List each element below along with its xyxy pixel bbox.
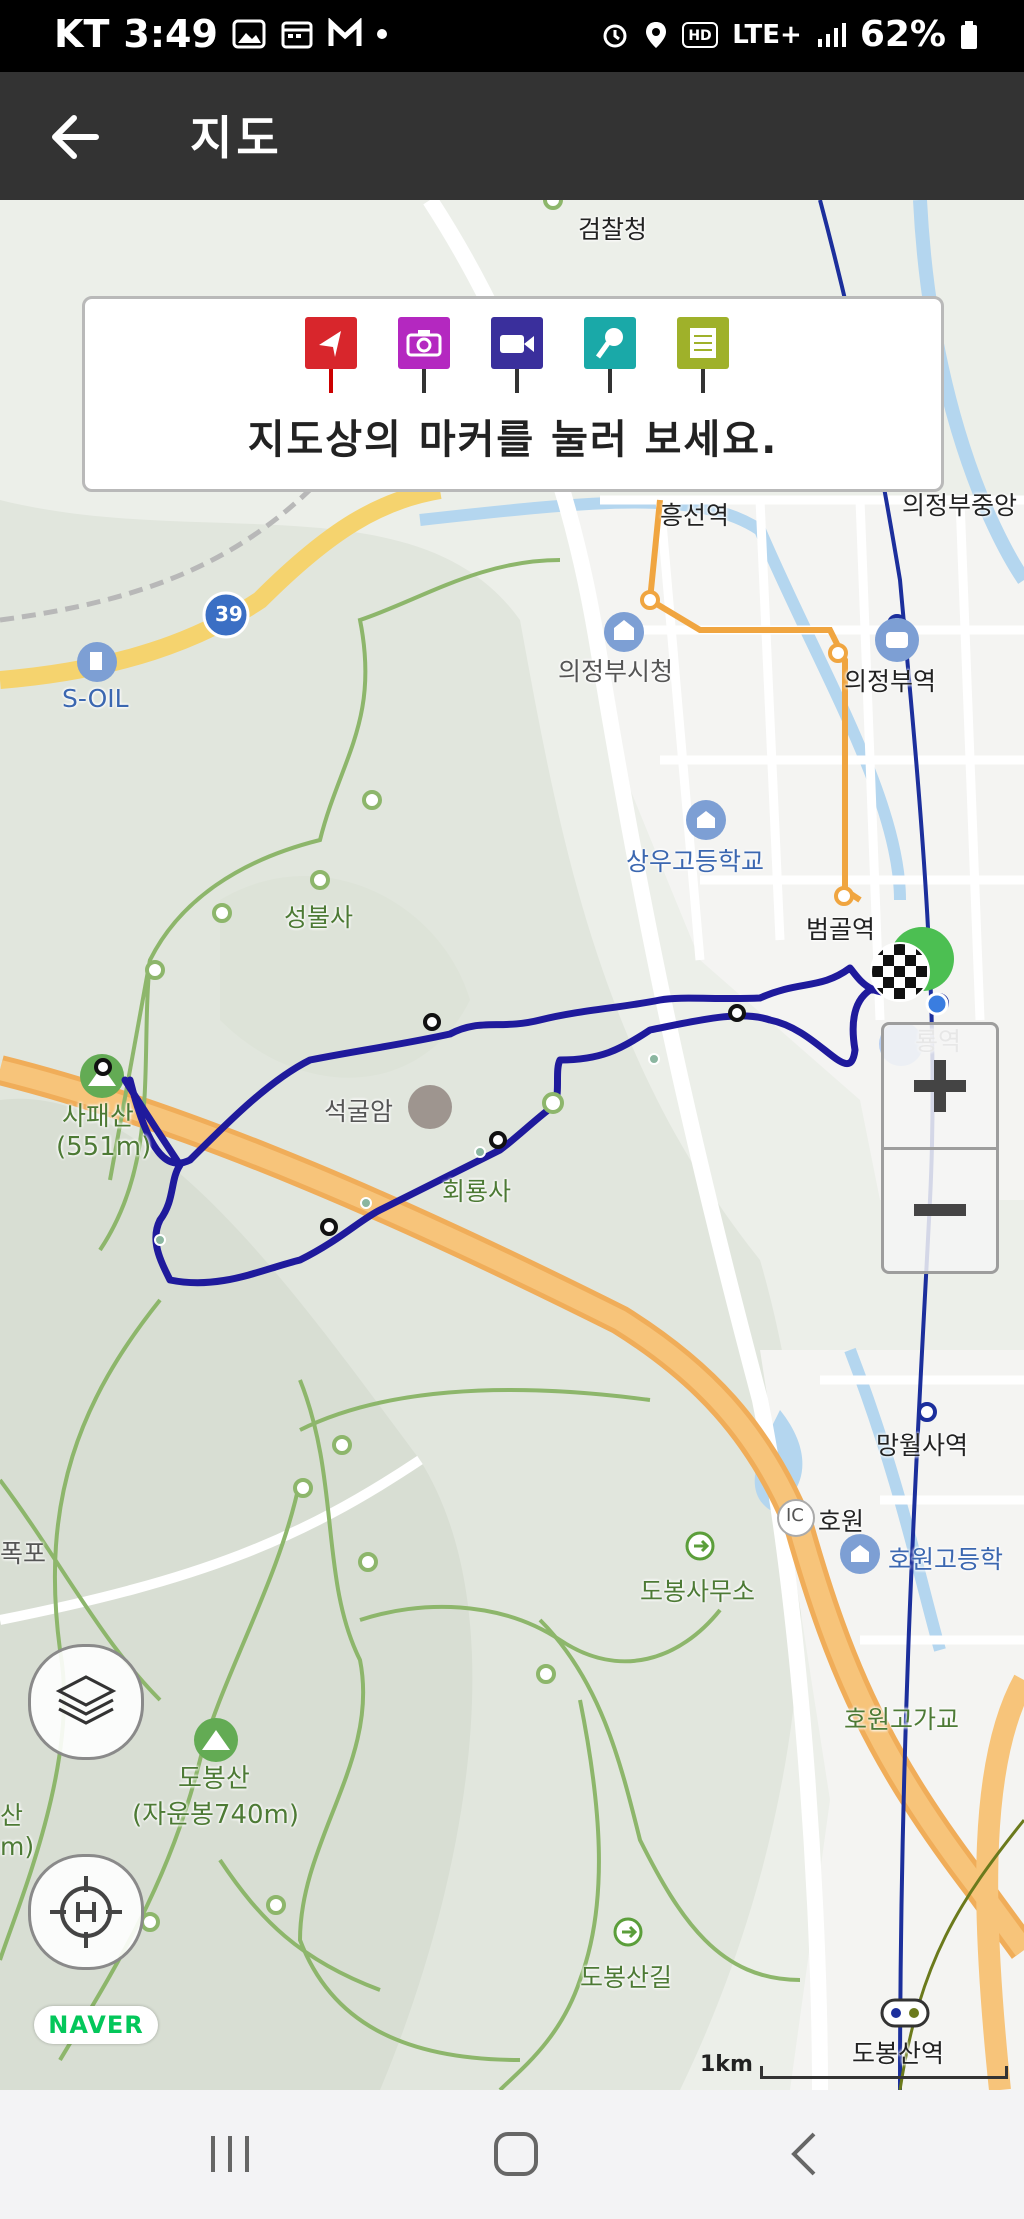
calendar-notification-icon	[281, 21, 313, 49]
arrow-left-icon	[52, 115, 99, 159]
crosshair-icon	[50, 1876, 122, 1948]
battery-label: 62%	[859, 14, 946, 55]
ic-label: IC	[786, 1505, 804, 1526]
battery-icon	[961, 20, 977, 49]
voice-marker-icon[interactable]	[582, 315, 638, 395]
map-label: m)	[0, 1832, 35, 1861]
system-back-button[interactable]	[754, 2114, 854, 2194]
scale-bar	[760, 2066, 1008, 2079]
map-label: 호원고등학	[888, 1545, 1004, 1574]
map-label: 범골역	[806, 915, 876, 944]
status-left: KT 3:49	[54, 12, 388, 56]
map-label: 상우고등학교	[626, 847, 765, 876]
clock: 3:49	[123, 12, 218, 56]
location-icon	[646, 21, 667, 48]
map-label: 호원고가교	[844, 1705, 960, 1734]
layers-icon	[55, 1675, 117, 1725]
back-button[interactable]	[40, 102, 110, 172]
map-label: 도봉산	[178, 1764, 250, 1794]
map-label: 검찰청	[578, 215, 648, 244]
home-button[interactable]	[466, 2114, 566, 2194]
home-icon	[494, 2132, 538, 2176]
map-label: 폭포	[0, 1539, 47, 1568]
gallery-notification-icon	[232, 19, 266, 49]
minus-icon	[914, 1204, 966, 1216]
recent-apps-icon	[211, 2136, 249, 2172]
network-label: LTE+	[732, 19, 802, 50]
status-right: HD LTE+ 62%	[600, 14, 978, 55]
map-label: 도봉사무소	[640, 1577, 756, 1606]
app-bar: 지도	[0, 72, 1024, 200]
map-label: 사패산	[62, 1102, 134, 1132]
scale-label: 1km	[700, 2052, 753, 2077]
map-label: 도봉산길	[580, 1963, 673, 1992]
naver-logo: NAVER	[34, 2006, 158, 2044]
map-label: 의정부시청	[558, 657, 674, 686]
map-label: 도봉산역	[852, 2039, 945, 2068]
map-label: 석굴암	[324, 1097, 394, 1126]
map-label: 망월사역	[876, 1431, 969, 1460]
carrier-label: KT	[54, 12, 110, 56]
svg-text:HD: HD	[689, 28, 712, 44]
hd-voice-icon: HD	[682, 21, 719, 48]
locate-me-button[interactable]	[28, 1854, 144, 1970]
more-notifications-dot-icon	[376, 29, 387, 39]
legend-instruction: 지도상의 마커를 눌러 보세요.	[247, 417, 779, 463]
map-label: 흥선역	[660, 501, 730, 530]
map-label: 호원	[818, 1507, 865, 1536]
zoom-in-button[interactable]	[884, 1025, 996, 1150]
map-label: 의정부역	[844, 667, 937, 696]
legend-markers	[303, 315, 731, 395]
map-label: 산	[0, 1801, 24, 1830]
chevron-left-icon	[791, 2132, 816, 2176]
signal-icon	[817, 22, 846, 47]
video-marker-icon[interactable]	[489, 315, 545, 395]
map-label: 성불사	[284, 903, 354, 932]
status-bar: KT 3:49 HD LTE+ 62%	[0, 0, 1024, 72]
start-marker-icon[interactable]	[303, 315, 359, 395]
map-label: (자운봉740m)	[132, 1800, 300, 1830]
marker-legend-card: 지도상의 마커를 눌러 보세요.	[82, 296, 944, 492]
zoom-controls	[881, 1022, 999, 1274]
zoom-out-button[interactable]	[884, 1149, 996, 1271]
plus-icon	[914, 1060, 966, 1112]
route-39-label: 39	[215, 602, 243, 626]
recent-apps-button[interactable]	[180, 2114, 280, 2194]
page-title: 지도	[190, 111, 283, 165]
map-label: S-OIL	[62, 684, 129, 713]
gmail-notification-icon	[328, 18, 362, 46]
system-nav-bar	[0, 2090, 1024, 2219]
map-label: 회룡사	[442, 1177, 512, 1206]
map-view[interactable]: 검찰청 흥선역 의정부중앙 의정부시청 의정부역 39 S-OIL 상우고등학교…	[0, 200, 1024, 2090]
camera-marker-icon[interactable]	[396, 315, 452, 395]
memo-marker-icon[interactable]	[675, 315, 731, 395]
alarm-icon	[603, 24, 627, 47]
map-layers-button[interactable]	[28, 1644, 144, 1760]
map-label: (551m)	[56, 1132, 152, 1162]
